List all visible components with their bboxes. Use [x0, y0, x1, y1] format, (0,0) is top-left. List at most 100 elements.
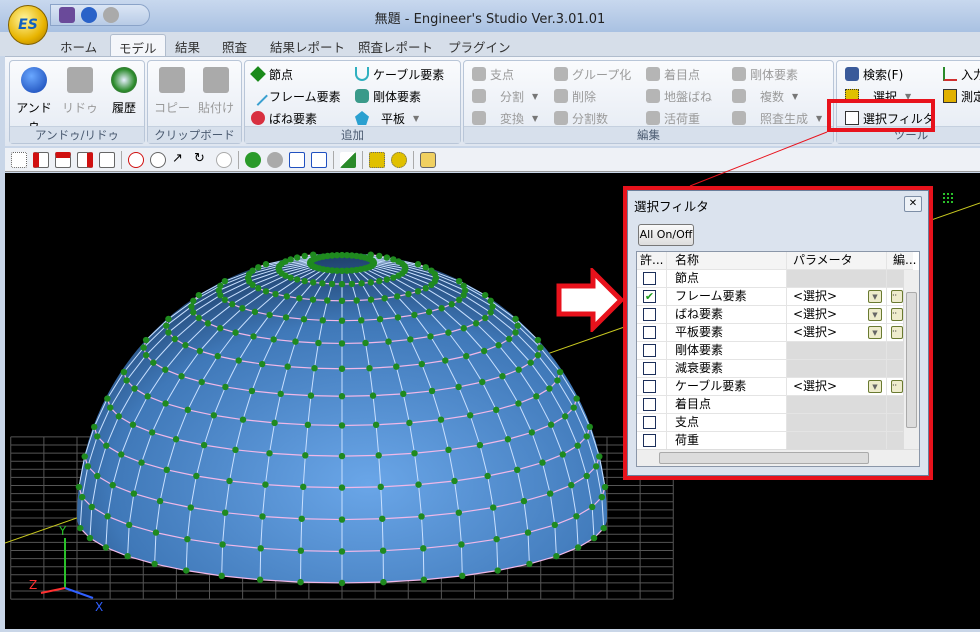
add-rigid-button[interactable]: 剛体要素	[355, 86, 421, 106]
history-button[interactable]: 履歴	[104, 67, 144, 116]
view-front-icon[interactable]	[33, 152, 49, 168]
live-load-button[interactable]: 活荷重	[646, 108, 700, 128]
undo-button[interactable]: アンドゥ	[14, 67, 54, 133]
node-marker	[298, 547, 304, 553]
rigid-edit-button[interactable]: 剛体要素	[732, 64, 798, 84]
add-cable-button[interactable]: ケーブル要素	[355, 64, 444, 84]
chevron-down-icon[interactable]: ▼	[816, 114, 822, 123]
label: 剛体要素	[750, 66, 798, 83]
node-marker	[575, 544, 581, 550]
tab-home[interactable]: ホーム	[52, 34, 105, 56]
node-marker	[339, 453, 345, 459]
tab-model[interactable]: モデル	[110, 34, 166, 56]
chevron-down-icon[interactable]: ▼	[532, 92, 538, 101]
label: 地盤ばね	[664, 88, 712, 105]
node-marker	[143, 352, 149, 358]
view-side-icon[interactable]	[77, 152, 93, 168]
tab-result-report[interactable]: 結果レポート	[262, 34, 353, 56]
rotate-icon[interactable]: ↻	[194, 152, 210, 168]
focus-point-button[interactable]: 着目点	[646, 64, 700, 84]
copy-button[interactable]: コピー	[152, 67, 192, 116]
pointer-icon[interactable]	[340, 152, 356, 168]
node-marker	[423, 285, 429, 291]
ground-spring-icon	[646, 89, 660, 103]
add-frame-button[interactable]: フレーム要素	[251, 86, 341, 106]
node-marker	[87, 535, 93, 541]
grip-dot	[943, 197, 945, 199]
node-marker	[358, 280, 364, 286]
forward-icon[interactable]	[267, 152, 283, 168]
measure-button[interactable]: 測定	[943, 86, 980, 106]
lasso-select-icon[interactable]	[391, 152, 407, 168]
tab-result[interactable]: 結果	[167, 34, 208, 56]
z-axis-line	[41, 588, 65, 593]
tab-plugin[interactable]: プラグイン	[440, 34, 519, 56]
chevron-down-icon[interactable]: ▼	[792, 92, 798, 101]
node-marker	[173, 436, 179, 442]
pan-icon[interactable]	[216, 152, 232, 168]
node-marker	[460, 283, 466, 289]
check-gen-button[interactable]: 照査生成▼	[732, 108, 822, 128]
transform-button[interactable]: 変換▼	[472, 108, 538, 128]
multiple-button[interactable]: 複数 ▼	[732, 86, 798, 106]
application-button[interactable]: ES	[8, 5, 48, 45]
label: グループ化	[572, 66, 631, 83]
search-button[interactable]: 検索(F)	[845, 64, 903, 84]
node-marker	[596, 453, 602, 459]
add-plate-button[interactable]: 平板 ▼	[355, 108, 419, 128]
ground-spring-button[interactable]: 地盤ばね	[646, 86, 712, 106]
rect-select-icon[interactable]	[369, 152, 385, 168]
group-button[interactable]: グループ化	[554, 64, 631, 84]
zoom-window-icon[interactable]	[128, 152, 144, 168]
info-icon[interactable]	[311, 152, 327, 168]
label: 複数	[760, 88, 784, 105]
add-node-button[interactable]: 節点	[251, 64, 293, 84]
node-marker	[568, 482, 574, 488]
chevron-down-icon[interactable]: ▼	[532, 114, 538, 123]
view-top-icon[interactable]	[55, 152, 71, 168]
node-marker	[126, 522, 132, 528]
node-marker	[521, 498, 527, 504]
node-marker	[415, 481, 421, 487]
paste-button[interactable]: 貼付け	[196, 67, 236, 116]
add-spring-button[interactable]: ばね要素	[251, 108, 317, 128]
frame-element	[301, 551, 342, 552]
input-button[interactable]: 入力	[943, 64, 980, 84]
node-marker	[376, 253, 382, 259]
screenshot-icon[interactable]	[289, 152, 305, 168]
find-icon[interactable]	[420, 152, 436, 168]
node-marker	[297, 579, 303, 585]
frame-element	[342, 455, 379, 456]
view-iso-icon[interactable]	[99, 152, 115, 168]
frame-element	[342, 551, 383, 552]
select-all-icon[interactable]	[11, 152, 27, 168]
node-marker	[218, 573, 224, 579]
node-marker	[124, 553, 130, 559]
node-marker	[426, 309, 432, 315]
delete-button[interactable]: 削除	[554, 86, 596, 106]
group-label: アンドゥ/リドゥ	[10, 126, 144, 143]
grip-dot	[951, 201, 953, 203]
tab-check[interactable]: 照査	[214, 34, 255, 56]
redo-button[interactable]: リドゥ	[60, 67, 100, 116]
node-marker	[222, 297, 228, 303]
highlight-box	[623, 186, 933, 480]
divcount-button[interactable]: 分割数	[554, 108, 608, 128]
node-marker	[103, 442, 109, 448]
back-icon[interactable]	[245, 152, 261, 168]
arrow-icon[interactable]: ↗	[172, 152, 188, 168]
zoom-out-icon[interactable]	[150, 152, 166, 168]
label: 着目点	[664, 66, 700, 83]
chevron-down-icon[interactable]: ▼	[413, 114, 419, 123]
tab-check-report[interactable]: 照査レポート	[350, 34, 441, 56]
node-marker	[393, 363, 399, 369]
support-button[interactable]: 支点	[472, 64, 514, 84]
node-marker	[484, 473, 490, 479]
label: 平板	[381, 110, 405, 127]
node-marker	[573, 395, 579, 401]
divide-button[interactable]: 分割▼	[472, 86, 538, 106]
node-marker	[217, 283, 223, 289]
node-marker	[490, 504, 496, 510]
node-marker	[449, 301, 455, 307]
node-marker	[197, 348, 203, 354]
